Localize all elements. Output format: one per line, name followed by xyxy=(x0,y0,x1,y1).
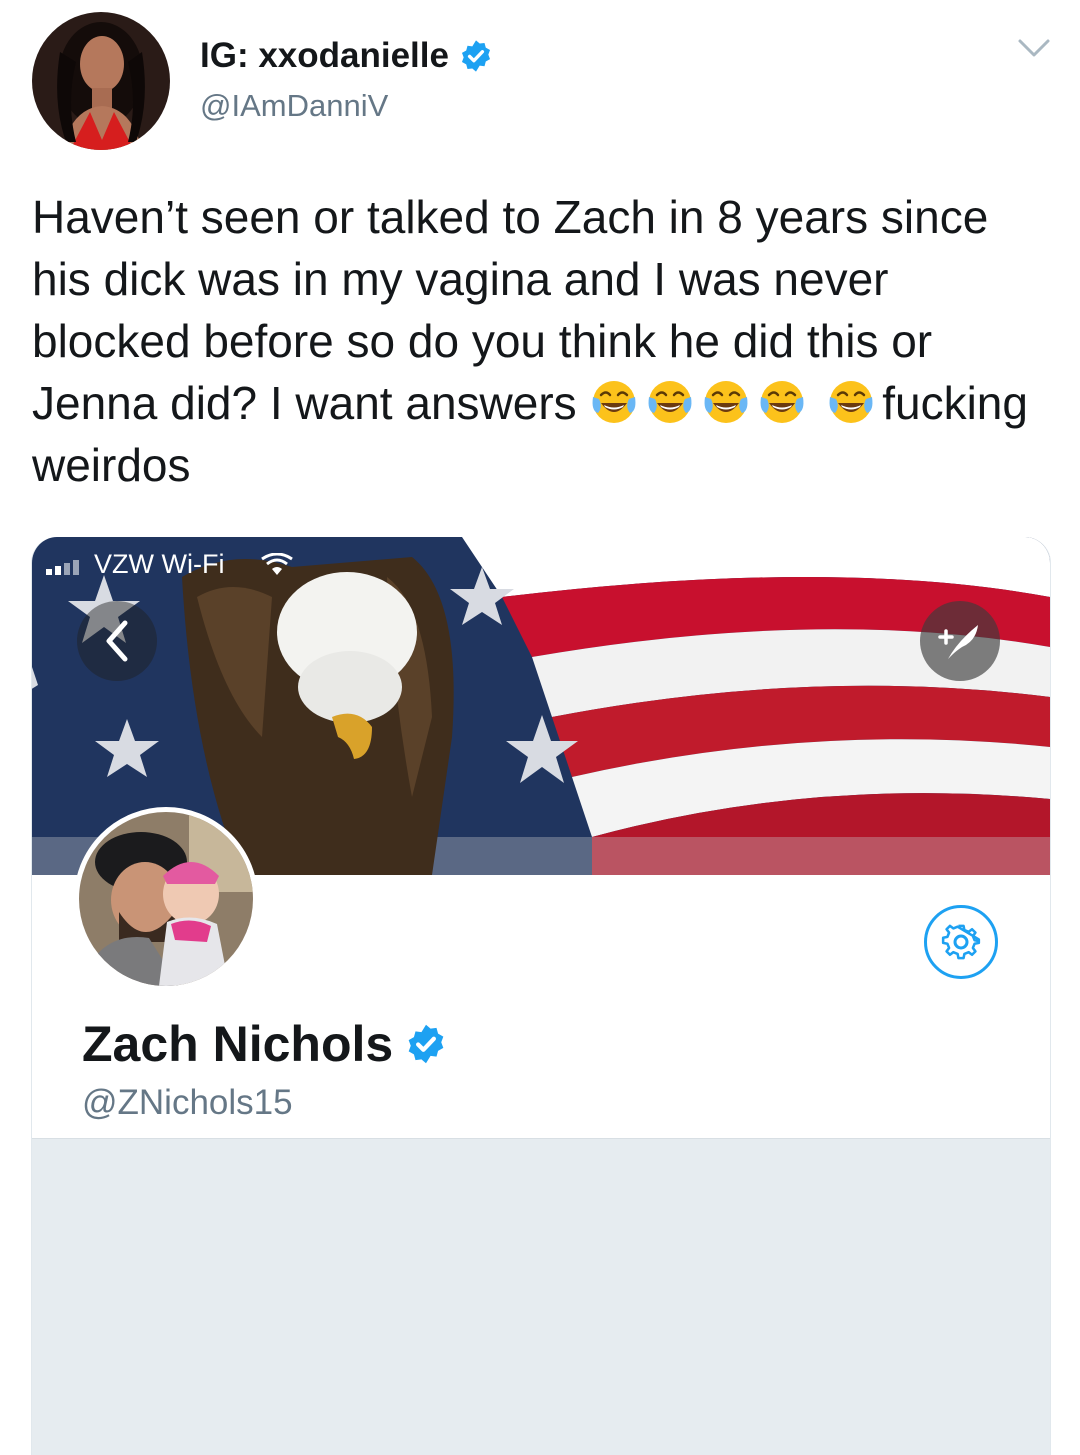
gear-icon xyxy=(941,924,981,960)
back-button[interactable] xyxy=(77,601,157,681)
back-chevron-icon xyxy=(106,620,128,662)
bluetooth-icon xyxy=(854,553,868,577)
profile-handle: @ZNichols15 xyxy=(82,1083,293,1122)
status-battery-percent: 90% xyxy=(890,549,945,579)
settings-button[interactable] xyxy=(924,905,998,979)
chevron-down-icon[interactable] xyxy=(1016,36,1052,60)
status-bar: VZW Wi-Fi 9:17 PM 90% xyxy=(32,537,1050,589)
tweet-author-avatar[interactable] xyxy=(32,12,170,150)
tweet-author-handle[interactable]: @IAmDanniV xyxy=(200,88,388,124)
profile-display-name: Zach Nichols xyxy=(82,1016,394,1072)
tears-of-joy-emoji-icon xyxy=(592,381,636,423)
tweet-text: Haven’t seen or talked to Zach in 8 year… xyxy=(32,186,1042,496)
tweet-author-name[interactable]: IG: xxodanielle xyxy=(200,36,493,76)
battery-icon xyxy=(948,553,1018,577)
verified-badge-icon xyxy=(408,1024,444,1064)
tears-of-joy-emoji-icon xyxy=(704,381,748,423)
emoji-group xyxy=(589,377,813,429)
compose-tweet-icon xyxy=(938,625,978,659)
profile-name: Zach Nichols xyxy=(82,1015,447,1073)
profile-feed-area xyxy=(32,1138,1050,1455)
tears-of-joy-emoji-icon xyxy=(648,381,692,423)
profile-avatar[interactable] xyxy=(74,807,258,991)
compose-tweet-button[interactable] xyxy=(920,601,1000,681)
embedded-screenshot[interactable]: VZW Wi-Fi 9:17 PM 90% Zach Nichols @ZNic… xyxy=(31,537,1051,1455)
tears-of-joy-emoji-icon xyxy=(760,381,804,423)
author-display-name: IG: xxodanielle xyxy=(200,36,449,75)
verified-badge-icon xyxy=(461,40,490,72)
tears-of-joy-emoji-icon xyxy=(829,381,873,423)
